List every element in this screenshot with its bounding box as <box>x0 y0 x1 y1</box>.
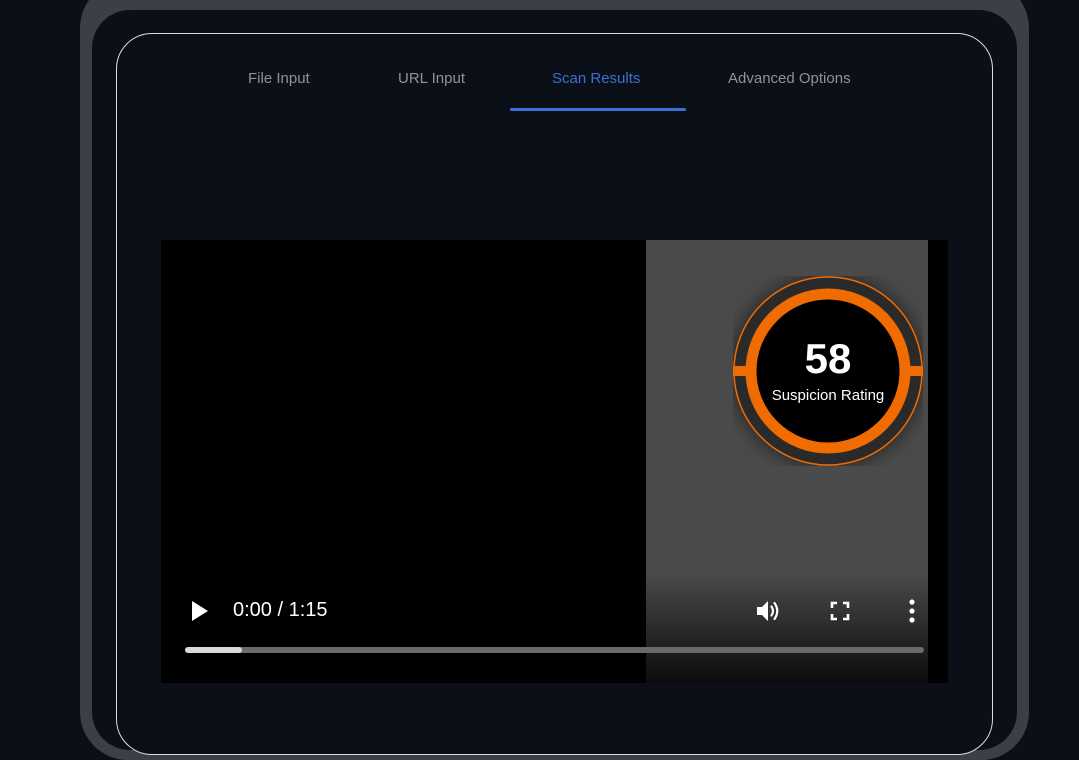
fullscreen-icon[interactable] <box>826 597 854 625</box>
volume-icon[interactable] <box>754 597 782 625</box>
tab-scan-results[interactable]: Scan Results <box>552 70 640 87</box>
video-time: 0:00 / 1:15 <box>233 599 328 621</box>
tab-file-input[interactable]: File Input <box>248 70 310 87</box>
video-progress-fill <box>185 647 242 653</box>
play-icon[interactable] <box>186 598 212 624</box>
tab-url-input[interactable]: URL Input <box>398 70 465 87</box>
tab-bar: File Input URL Input Scan Results Advanc… <box>0 0 1079 112</box>
suspicion-score: 58 <box>804 335 852 382</box>
video-progress-bar[interactable] <box>185 647 924 653</box>
active-tab-indicator <box>510 108 686 111</box>
tab-advanced-options[interactable]: Advanced Options <box>728 70 851 87</box>
controls-overlay <box>161 573 948 683</box>
more-options-icon[interactable] <box>898 597 926 625</box>
suspicion-rating-badge: 58 Suspicion Rating <box>733 276 923 466</box>
suspicion-label: Suspicion Rating <box>771 387 885 404</box>
